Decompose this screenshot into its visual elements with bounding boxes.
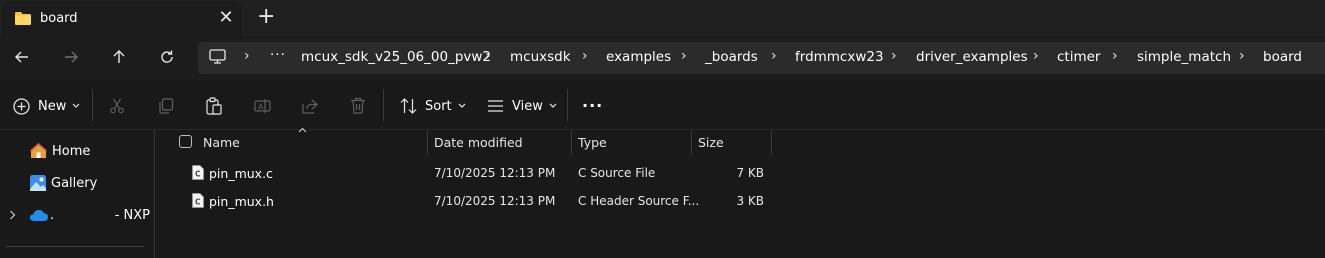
gallery-icon	[30, 175, 46, 191]
table-row[interactable]: C pin_mux.h 7/10/2025 12:13 PM C Header …	[165, 189, 775, 213]
breadcrumb-item[interactable]: ctimer	[1057, 49, 1100, 65]
more-options-button[interactable]: ···	[582, 96, 603, 115]
chevron-down-icon	[458, 103, 466, 108]
rename-icon[interactable]: A	[254, 98, 271, 114]
close-tab-icon[interactable]: ✕	[218, 8, 234, 28]
chevron-down-icon	[72, 103, 80, 108]
chevron-right-icon[interactable]	[9, 210, 16, 220]
file-date: 7/10/2025 12:13 PM	[434, 194, 556, 208]
file-icon-letter: C	[195, 198, 201, 207]
arrow-up-icon	[113, 50, 125, 63]
breadcrumb-separator[interactable]: ›	[891, 48, 897, 64]
breadcrumb-item[interactable]: simple_match	[1137, 49, 1231, 65]
up-button[interactable]	[105, 43, 133, 71]
file-type: C Source File	[578, 166, 656, 180]
sort-button[interactable]: Sort	[400, 97, 466, 115]
cut-icon[interactable]	[109, 98, 125, 114]
new-label: New	[38, 98, 67, 114]
sidebar-item-onedrive[interactable]: . - NXP	[30, 206, 150, 224]
toolbar-divider	[92, 89, 93, 121]
back-button[interactable]	[8, 43, 36, 71]
file-icon-letter: C	[195, 170, 201, 179]
c-file-icon: C	[192, 165, 204, 180]
breadcrumb-item[interactable]: mcux_sdk_v25_06_00_pvw2	[301, 49, 491, 65]
breadcrumb-more-button[interactable]: ···	[270, 47, 286, 63]
monitor-icon[interactable]	[209, 49, 226, 64]
new-tab-button[interactable]: +	[257, 6, 275, 28]
column-divider[interactable]	[771, 130, 772, 155]
refresh-button[interactable]	[153, 43, 181, 71]
column-header-size[interactable]: Size	[698, 135, 724, 150]
select-all-checkbox[interactable]	[179, 135, 192, 148]
sidebar-divider	[6, 246, 144, 247]
breadcrumb-item[interactable]: examples	[606, 49, 671, 65]
sort-indicator-icon	[298, 127, 307, 133]
tab-board[interactable]: board ✕	[2, 2, 242, 36]
column-header-name[interactable]: Name	[203, 135, 240, 150]
column-divider[interactable]	[571, 130, 572, 155]
column-header-type[interactable]: Type	[578, 135, 607, 150]
folder-icon	[15, 12, 31, 25]
column-divider[interactable]	[427, 130, 428, 155]
copy-icon[interactable]	[158, 98, 174, 114]
onedrive-cloud-icon	[30, 210, 48, 221]
column-header-date[interactable]: Date modified	[434, 135, 523, 150]
file-name: pin_mux.h	[209, 194, 274, 209]
paste-icon[interactable]	[206, 97, 222, 115]
file-size: 3 KB	[736, 194, 764, 208]
breadcrumb-item[interactable]: _boards	[705, 49, 758, 65]
sidebar-item-home[interactable]: Home	[30, 142, 90, 160]
command-bar	[0, 80, 1325, 130]
breadcrumb-item[interactable]: mcuxsdk	[510, 49, 571, 65]
new-button[interactable]: New	[13, 97, 80, 115]
forward-button[interactable]	[57, 43, 85, 71]
breadcrumb-separator[interactable]: ›	[681, 48, 687, 64]
file-name: pin_mux.c	[209, 166, 273, 181]
view-label: View	[512, 98, 543, 114]
file-date: 7/10/2025 12:13 PM	[434, 166, 556, 180]
sidebar-item-label: .	[50, 207, 55, 223]
arrow-right-icon	[65, 51, 78, 63]
breadcrumb-separator[interactable]: ›	[1112, 48, 1118, 64]
breadcrumb-item[interactable]: frdmmcxw23	[795, 49, 884, 65]
sidebar-item-gallery[interactable]: Gallery	[30, 174, 97, 192]
refresh-icon	[161, 50, 173, 63]
breadcrumb-item[interactable]: board	[1263, 49, 1302, 65]
view-lines-icon	[488, 100, 503, 112]
toolbar-divider	[567, 89, 568, 121]
svg-text:A: A	[258, 103, 264, 112]
arrow-left-icon	[15, 51, 28, 63]
breadcrumb-item[interactable]: driver_examples	[916, 49, 1028, 65]
breadcrumb-separator[interactable]: ›	[485, 48, 491, 64]
sidebar-item-suffix: - NXP	[114, 207, 150, 223]
delete-icon[interactable]	[350, 97, 366, 114]
home-icon	[30, 143, 47, 158]
share-icon[interactable]	[302, 98, 318, 114]
sort-label: Sort	[425, 98, 452, 114]
column-divider[interactable]	[691, 130, 692, 155]
breadcrumb-separator[interactable]: ›	[1033, 48, 1039, 64]
plus-circle-icon	[13, 97, 30, 115]
chevron-down-icon	[549, 103, 557, 108]
view-button[interactable]: View	[487, 97, 557, 115]
breadcrumb-separator[interactable]: ›	[771, 48, 777, 64]
sort-arrows-icon	[400, 98, 417, 114]
sidebar-item-label: Gallery	[51, 175, 98, 191]
breadcrumb-separator[interactable]: ›	[582, 48, 588, 64]
table-row[interactable]: C pin_mux.c 7/10/2025 12:13 PM C Source …	[165, 161, 775, 185]
breadcrumb-separator[interactable]: ›	[1239, 48, 1245, 64]
sidebar-item-label: Home	[52, 143, 91, 159]
file-type: C Header Source F...	[578, 194, 700, 208]
tab-title: board	[40, 11, 78, 26]
file-size: 7 KB	[736, 166, 764, 180]
breadcrumb-separator[interactable]: ›	[244, 48, 250, 64]
toolbar-divider	[383, 89, 384, 121]
h-file-icon: C	[192, 193, 204, 208]
